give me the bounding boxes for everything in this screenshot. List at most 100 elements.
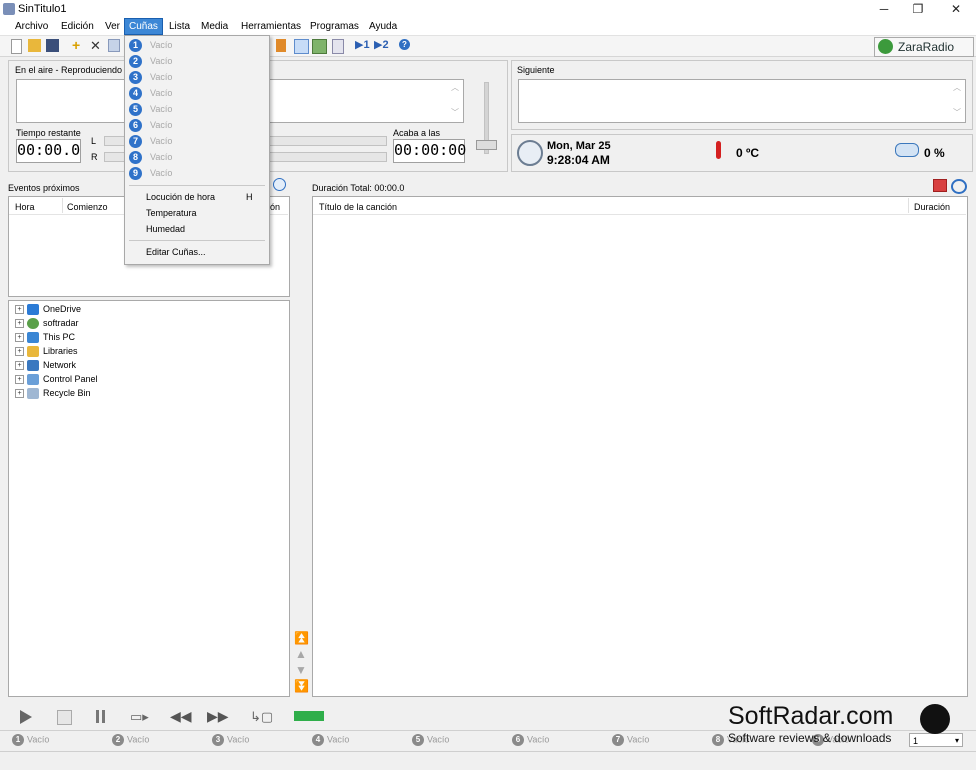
playlist-refresh-icon[interactable]	[951, 179, 967, 194]
tree-item-this-pc[interactable]: + This PC	[15, 330, 98, 344]
tree-item-control-panel[interactable]: + Control Panel	[15, 372, 98, 386]
temperature-value: 0 ºC	[736, 146, 760, 160]
jingle-slot-2[interactable]: 2 Vacío	[112, 734, 149, 746]
jingle-slot-5[interactable]: 5 Vacío	[412, 734, 449, 746]
dropdown-slot-9[interactable]: 9 Vacío	[129, 166, 265, 182]
tree-item-network[interactable]: + Network	[15, 358, 98, 372]
menu-edicion[interactable]: Edición	[57, 19, 98, 34]
next-track-icon[interactable]: ▭▸	[130, 710, 149, 723]
playlist-table[interactable]	[312, 196, 968, 697]
slot-label: Vacío	[150, 40, 173, 50]
slot-3-number-icon: 3	[129, 71, 142, 84]
play-next-icon[interactable]: ▶1	[355, 39, 370, 52]
computer-icon	[27, 332, 39, 344]
new-file-icon[interactable]	[11, 39, 22, 54]
move-up-icon[interactable]: ▲	[294, 646, 308, 662]
slot-label: Vacío	[227, 734, 250, 745]
copy-icon[interactable]	[108, 39, 120, 52]
menu-programas[interactable]: Programas	[306, 19, 363, 34]
move-bottom-icon[interactable]: ⏬	[294, 678, 309, 694]
menu-media[interactable]: Media	[197, 19, 232, 34]
tree-item-recycle-bin[interactable]: + Recycle Bin	[15, 386, 98, 400]
open-folder-icon[interactable]	[28, 39, 41, 52]
ends-at-label: Acaba a las	[393, 128, 441, 138]
pause-icon[interactable]	[102, 710, 105, 723]
close-button[interactable]: ✕	[936, 0, 976, 18]
dropdown-slot-4[interactable]: 4 Vacío	[129, 86, 265, 102]
expand-icon[interactable]: +	[15, 305, 24, 315]
col-song-duration[interactable]: Duración	[914, 202, 950, 212]
playlist-clear-icon[interactable]	[933, 179, 947, 192]
next-scroll-up-icon[interactable]: ︿	[953, 82, 961, 93]
expand-icon[interactable]: +	[15, 389, 24, 399]
help-icon[interactable]: ?	[399, 39, 410, 50]
volume-slider[interactable]	[476, 140, 497, 150]
menu-ver[interactable]: Ver	[101, 19, 124, 34]
jingle-slot-4[interactable]: 4 Vacío	[312, 734, 349, 746]
slot-label: Vacío	[327, 734, 350, 745]
menu-lista[interactable]: Lista	[165, 19, 194, 34]
expand-icon[interactable]: +	[15, 333, 24, 343]
satellite-dish-icon	[920, 704, 950, 734]
dropdown-slot-7[interactable]: 7 Vacío	[129, 134, 265, 150]
slot-number: 1	[12, 734, 24, 746]
humidity-value: 0 %	[924, 146, 945, 160]
play-icon[interactable]	[20, 710, 32, 724]
control-panel-icon	[27, 374, 39, 386]
dropdown-slot-5[interactable]: 5 Vacío	[129, 102, 265, 118]
col-divider	[908, 198, 909, 213]
tree-item-softradar[interactable]: + softradar	[15, 316, 98, 330]
dropdown-slot-3[interactable]: 3 Vacío	[129, 70, 265, 86]
crossfade-icon[interactable]	[294, 711, 324, 721]
on-air-scroll-up-icon[interactable]: ︿	[451, 82, 459, 93]
rewind-icon[interactable]: ◀◀	[170, 709, 192, 723]
dropdown-slot-6[interactable]: 6 Vacío	[129, 118, 265, 134]
slot-label: Vacío	[127, 734, 150, 745]
move-top-icon[interactable]: ⏫	[294, 630, 309, 646]
expand-icon[interactable]: +	[15, 361, 24, 371]
maximize-button[interactable]: ❐	[898, 0, 938, 18]
dropdown-slot-1[interactable]: 1 Vacío	[129, 38, 265, 54]
delete-icon[interactable]: ✕	[90, 39, 103, 52]
menu-item-edit-jingles[interactable]: Editar Cuñas...	[146, 247, 206, 257]
properties-icon[interactable]	[332, 39, 344, 54]
save-icon[interactable]	[46, 39, 59, 52]
stop-icon[interactable]	[57, 710, 72, 725]
menu-herramientas[interactable]: Herramientas	[237, 19, 305, 34]
add-icon[interactable]: +	[72, 38, 85, 52]
expand-icon[interactable]: +	[15, 319, 24, 329]
dropdown-slot-2[interactable]: 2 Vacío	[129, 54, 265, 70]
play-next-2-icon[interactable]: ▶2	[374, 39, 389, 52]
move-down-icon[interactable]: ▼	[294, 662, 308, 678]
col-song-title[interactable]: Título de la canción	[319, 202, 397, 212]
list-view-icon[interactable]	[294, 39, 309, 54]
pause-icon-left[interactable]	[96, 710, 99, 723]
menu-item-temperature[interactable]: Temperatura	[146, 208, 197, 218]
on-air-scroll-down-icon[interactable]: ﹀	[451, 107, 459, 118]
menu-ayuda[interactable]: Ayuda	[365, 19, 401, 34]
slot-number: 8	[712, 734, 724, 746]
next-scroll-down-icon[interactable]: ﹀	[953, 107, 961, 118]
menu-item-humidity[interactable]: Humedad	[146, 224, 185, 234]
tree-item-onedrive[interactable]: + OneDrive	[15, 302, 98, 316]
tree-item-libraries[interactable]: + Libraries	[15, 344, 98, 358]
expand-icon[interactable]: +	[15, 347, 24, 357]
jingle-slot-3[interactable]: 3 Vacío	[212, 734, 249, 746]
loop-icon[interactable]: ↳▢	[250, 710, 273, 723]
col-hora[interactable]: Hora	[15, 202, 35, 212]
expand-icon[interactable]: +	[15, 375, 24, 385]
image-view-icon[interactable]	[312, 39, 327, 54]
jingle-slot-7[interactable]: 7 Vacío	[612, 734, 649, 746]
menu-cunas[interactable]: Cuñas	[124, 18, 163, 35]
slot-number: 5	[412, 734, 424, 746]
jingle-slot-1[interactable]: 1 Vacío	[12, 734, 49, 746]
cut-icon[interactable]	[276, 39, 286, 52]
col-comienzo[interactable]: Comienzo	[67, 202, 108, 212]
jingle-slot-6[interactable]: 6 Vacío	[512, 734, 549, 746]
fast-forward-icon[interactable]: ▶▶	[207, 709, 229, 723]
menu-archivo[interactable]: Archivo	[11, 19, 52, 34]
events-clock-icon[interactable]	[273, 178, 286, 191]
move-controls: ⏫ ▲ ▼ ⏬	[294, 630, 309, 694]
menu-item-hour-announcement[interactable]: Locución de hora	[146, 192, 215, 202]
dropdown-slot-8[interactable]: 8 Vacío	[129, 150, 265, 166]
